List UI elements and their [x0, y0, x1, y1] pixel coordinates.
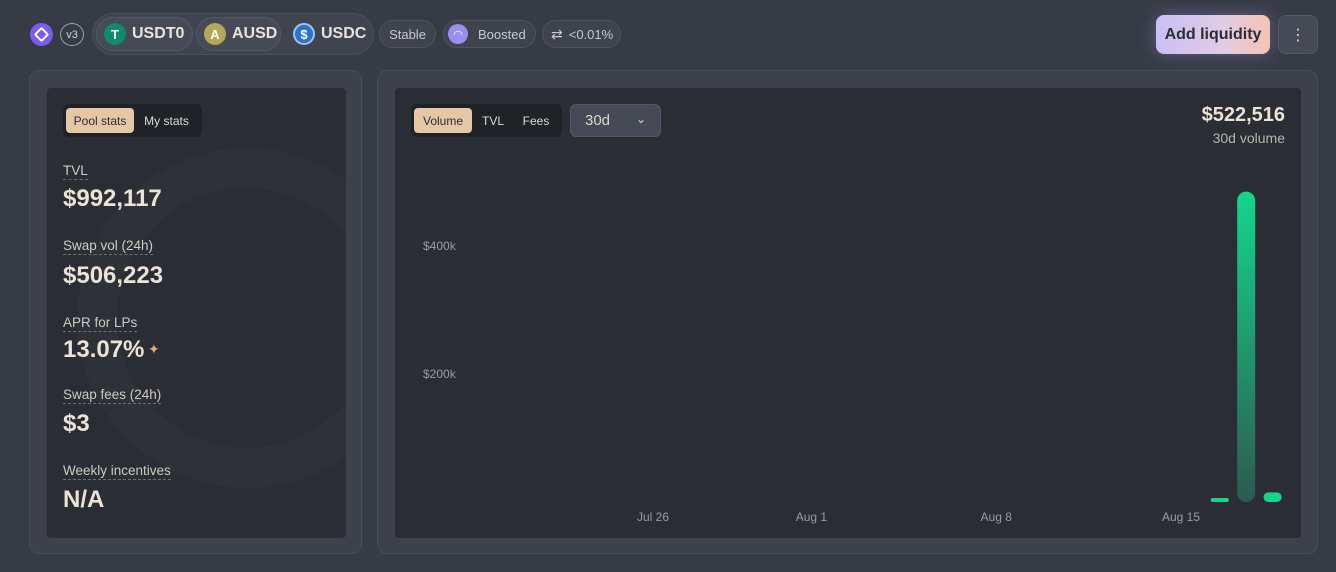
tvl-label: TVL: [63, 163, 88, 180]
diamond-logo-icon: [30, 23, 53, 46]
token-name: AUSD: [232, 25, 278, 42]
y-tick-label: $200k: [423, 367, 457, 381]
boosted-badge[interactable]: ◠ Boosted: [443, 20, 536, 48]
stats-card: Pool stats My stats TVL $992,117 Swap vo…: [47, 88, 346, 538]
usdc-token-icon: $: [293, 23, 315, 45]
pool-header: v3 T USDT0 A AUSD $ USDC Stable ◠ Booste…: [0, 0, 1336, 68]
boosted-label: Boosted: [478, 26, 526, 42]
token-usdt0[interactable]: T USDT0: [96, 17, 193, 51]
chart-panel: $200k $400k Jul 26 Aug 1 Aug 8 Aug 15 Volume…: [377, 70, 1318, 554]
swap-vol-value: $506,223: [63, 262, 164, 289]
volume-bar[interactable]: [1263, 492, 1282, 502]
volume-chart: $200k $400k Jul 26 Aug 1 Aug 8 Aug 15: [423, 191, 1282, 524]
period-volume-label: 30d volume: [1212, 130, 1285, 146]
weekly-incentives-label: Weekly incentives: [63, 463, 171, 480]
apr-label: APR for LPs: [63, 315, 138, 332]
swap-fee-badge[interactable]: ⇄ <0.01%: [542, 20, 621, 48]
tab-my-stats[interactable]: My stats: [134, 108, 199, 133]
tab-fees[interactable]: Fees: [514, 108, 558, 133]
tab-volume[interactable]: Volume: [414, 108, 472, 133]
tab-tvl[interactable]: TVL: [472, 108, 514, 133]
chart-card: $200k $400k Jul 26 Aug 1 Aug 8 Aug 15 Volume…: [395, 88, 1301, 538]
usdt0-token-icon: T: [104, 23, 126, 45]
swap-arrows-icon: ⇄: [551, 25, 563, 42]
x-tick-label: Jul 26: [637, 510, 669, 524]
tvl-value: $992,117: [63, 185, 162, 212]
swap-fees-label: Swap fees (24h): [63, 387, 162, 404]
weekly-incentives-value: N/A: [63, 486, 105, 513]
chart-metric-tabs: Volume TVL Fees: [411, 104, 562, 137]
stats-panel: Pool stats My stats TVL $992,117 Swap vo…: [29, 70, 362, 554]
x-tick-label: Aug 1: [796, 510, 828, 524]
add-liquidity-button[interactable]: Add liquidity: [1156, 15, 1270, 54]
boost-icon: ◠: [448, 24, 468, 44]
apr-value: 13.07%: [63, 336, 145, 363]
sparkle-icon[interactable]: ✦: [148, 341, 160, 358]
more-options-icon[interactable]: ⋮: [1278, 15, 1318, 54]
y-tick-label: $400k: [423, 239, 457, 253]
stats-tabs: Pool stats My stats: [63, 104, 202, 137]
token-name: USDT0: [132, 25, 185, 42]
swap-vol-label: Swap vol (24h): [63, 238, 154, 255]
version-badge: v3: [60, 23, 84, 46]
volume-bar[interactable]: [1237, 191, 1256, 502]
ausd-token-icon: A: [204, 23, 226, 45]
time-range-select[interactable]: 30d ⌄: [570, 104, 661, 137]
x-tick-label: Aug 15: [1162, 510, 1200, 524]
swap-fees-value: $3: [63, 410, 90, 437]
period-volume-value: $522,516: [1201, 104, 1285, 126]
chevron-down-icon: ⌄: [635, 112, 646, 126]
pool-type-badge[interactable]: Stable: [379, 20, 436, 48]
token-usdc[interactable]: $ USDC: [286, 17, 371, 51]
volume-bar[interactable]: [1210, 498, 1229, 502]
tab-pool-stats[interactable]: Pool stats: [66, 108, 134, 133]
time-range-value: 30d: [585, 112, 611, 129]
x-tick-label: Aug 8: [981, 510, 1013, 524]
fee-label: <0.01%: [568, 26, 614, 42]
pool-tokens: T USDT0 A AUSD $ USDC: [92, 13, 374, 55]
token-name: USDC: [321, 25, 367, 42]
token-ausd[interactable]: A AUSD: [196, 17, 281, 51]
